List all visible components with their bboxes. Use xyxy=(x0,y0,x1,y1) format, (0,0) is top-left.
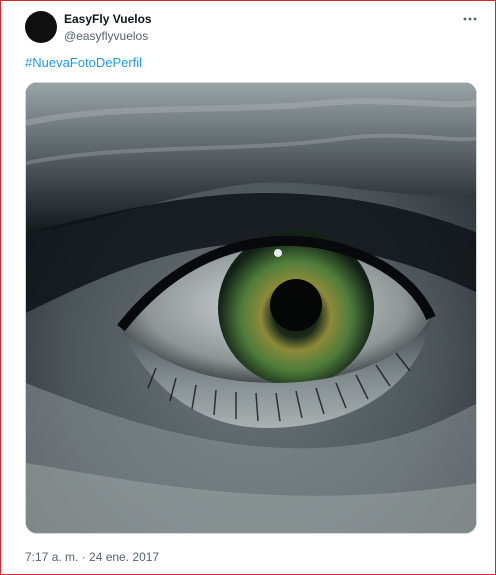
eye-photo xyxy=(26,83,476,533)
more-options-button[interactable] xyxy=(459,9,481,29)
more-horizontal-icon xyxy=(463,17,477,21)
tweet-card: EasyFly Vuelos @easyflyvuelos #NuevaFoto… xyxy=(0,0,496,575)
author-handle[interactable]: @easyflyvuelos xyxy=(64,29,148,43)
author-name[interactable]: EasyFly Vuelos xyxy=(64,12,152,26)
avatar[interactable] xyxy=(25,11,57,43)
tweet-timestamp[interactable]: 7:17 a. m. · 24 ene. 2017 xyxy=(25,550,159,564)
tweet-photo[interactable] xyxy=(25,82,477,534)
hashtag-link[interactable]: #NuevaFotoDePerfil xyxy=(25,55,142,70)
